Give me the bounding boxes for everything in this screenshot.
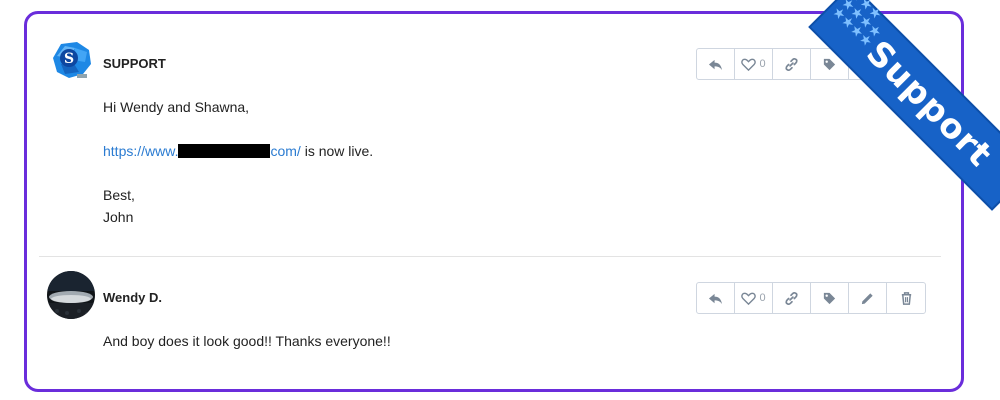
- link-icon: [785, 291, 798, 305]
- reply-icon: [708, 293, 723, 304]
- post-author[interactable]: SUPPORT: [103, 56, 166, 71]
- redacted-block: [178, 144, 271, 158]
- tag-button[interactable]: [811, 283, 849, 313]
- post-text: And boy does it look good!! Thanks every…: [103, 333, 391, 349]
- support-avatar[interactable]: S: [47, 38, 95, 86]
- post-divider: [39, 256, 941, 257]
- tag-button[interactable]: [811, 49, 849, 79]
- svg-text:S: S: [64, 51, 74, 67]
- edit-button[interactable]: [849, 49, 887, 79]
- post-author[interactable]: Wendy D.: [103, 290, 162, 305]
- trash-icon: [901, 291, 911, 305]
- link-icon: [785, 57, 798, 71]
- delete-button[interactable]: [887, 283, 925, 313]
- link-suffix: is now live.: [300, 143, 374, 159]
- post-actions: 0: [696, 282, 926, 314]
- post-signoff: Best, John: [103, 184, 373, 228]
- post-wendy: Wendy D. 0 And boy does it look good!! T…: [27, 258, 961, 388]
- signoff-text: Best,: [103, 187, 135, 203]
- reply-button[interactable]: [697, 49, 735, 79]
- post-body: Hi Wendy and Shawna, https://www. com/ is…: [103, 96, 373, 228]
- copy-link-button[interactable]: [773, 283, 811, 313]
- post-body: And boy does it look good!! Thanks every…: [103, 330, 391, 352]
- post-support: S SUPPORT 0 Hi Wendy and Shawna, https:/…: [27, 14, 961, 257]
- tag-icon: [823, 58, 836, 70]
- post-actions: 0: [696, 48, 888, 80]
- copy-link-button[interactable]: [773, 49, 811, 79]
- reply-button[interactable]: [697, 283, 735, 313]
- like-count: 0: [759, 58, 766, 70]
- like-count: 0: [759, 292, 766, 304]
- post-link-line: https://www. com/ is now live.: [103, 140, 373, 162]
- heart-icon: [741, 292, 757, 305]
- site-link[interactable]: https://www. com/: [103, 143, 301, 159]
- signoff-name: John: [103, 209, 134, 225]
- post-greeting: Hi Wendy and Shawna,: [103, 99, 250, 115]
- wendy-avatar[interactable]: [47, 271, 95, 319]
- edit-button[interactable]: [849, 283, 887, 313]
- pencil-icon: [861, 292, 873, 304]
- like-button[interactable]: 0: [735, 283, 773, 313]
- reply-icon: [708, 59, 723, 70]
- like-button[interactable]: 0: [735, 49, 773, 79]
- topic-card: S SUPPORT 0 Hi Wendy and Shawna, https:/…: [24, 11, 964, 392]
- pencil-icon: [862, 58, 874, 70]
- heart-icon: [741, 58, 757, 71]
- tag-icon: [823, 292, 836, 304]
